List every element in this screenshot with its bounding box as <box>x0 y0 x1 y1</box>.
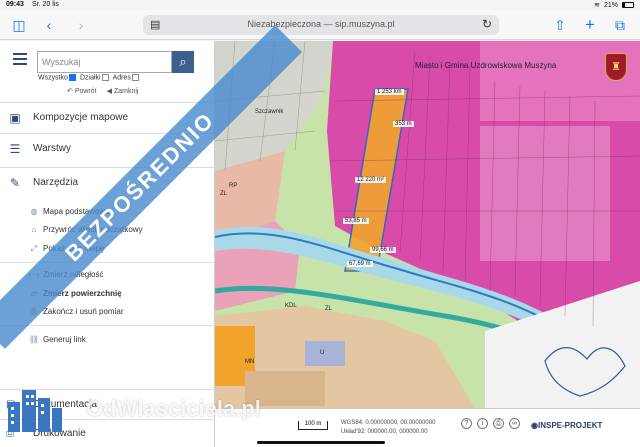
hamburger-menu-icon[interactable] <box>13 53 27 65</box>
link-icon[interactable]: ∞ <box>509 418 520 429</box>
map-label: ZL <box>220 191 228 197</box>
globe-icon: ◍ <box>30 207 38 216</box>
sidebar-icon[interactable]: ◫ <box>10 16 28 34</box>
clock: 09:43 <box>6 1 24 8</box>
home-icon: ⌂ <box>31 225 37 234</box>
search-icon: ⌕ <box>179 54 187 69</box>
home-indicator <box>257 441 385 444</box>
map-title: Miasto i Gmina Uzdrowiskowa Muszyna <box>415 61 557 70</box>
map-label: KDL <box>285 303 297 309</box>
coat-of-arms-icon: ♜ <box>605 53 627 81</box>
search-filters: Wszystko Działki Adres <box>38 74 139 81</box>
measure-label: 1 253 km <box>375 89 404 95</box>
map-label: U <box>320 350 325 356</box>
url-text[interactable]: Niezabezpieczona — sip.muszyna.pl <box>143 19 499 29</box>
chevron-left-icon[interactable]: ‹ <box>42 16 56 34</box>
checkbox-all[interactable] <box>68 74 76 81</box>
map-label: ZL <box>325 306 333 312</box>
battery-icon <box>622 2 634 8</box>
browser-toolbar: ◫ ‹ › ▤ Niezabezpieczona — sip.muszyna.p… <box>0 10 640 40</box>
map-label: MN <box>245 359 255 365</box>
map-drawing <box>215 41 640 408</box>
reload-icon[interactable]: ↻ <box>482 17 492 31</box>
map-canvas[interactable]: Miasto i Gmina Uzdrowiskowa Muszyna ♜ 1 … <box>215 41 640 408</box>
status-bar: 09:43 Śr. 20 lis ≋ 21% <box>0 0 640 10</box>
checkbox-address[interactable] <box>131 74 139 81</box>
watermark-logo-icon <box>8 390 62 432</box>
info-icon[interactable]: i <box>477 418 488 429</box>
wgs84-coords: WGS84: 0.00000000, 00.00000000 <box>341 420 436 426</box>
extent-icon: ⤢ <box>30 244 38 253</box>
checkbox-parcels[interactable] <box>101 74 109 81</box>
filter-parcels[interactable]: Działki <box>80 74 109 81</box>
date: Śr. 20 lis <box>32 1 59 8</box>
link-icon: ⛓ <box>28 335 40 344</box>
map-label: Szczawnik <box>255 109 284 115</box>
scale-bar: 100 m <box>298 421 328 430</box>
search-actions: ↶ Powrót ◀ Zamknij <box>67 87 138 95</box>
brand-logo: ◉INSPE-PROJEKT <box>531 421 603 430</box>
back-link[interactable]: ↶ Powrót <box>67 87 97 95</box>
help-icon[interactable]: ? <box>461 418 472 429</box>
tools-icon: ✎ <box>9 176 21 190</box>
footer-icons: ? i ⎙ ∞ <box>461 418 520 429</box>
address-bar[interactable]: ▤ Niezabezpieczona — sip.muszyna.pl ↻ <box>143 15 499 35</box>
map-label: RP <box>229 183 238 189</box>
status-right: ≋ 21% <box>594 1 634 9</box>
share-icon[interactable]: ⇧ <box>553 16 567 34</box>
measure-label: 12 220 m² <box>355 177 387 183</box>
measure-label: 53,85 m <box>343 218 369 224</box>
coordinates: WGS84: 0.00000000, 00.00000000 Układ'92:… <box>341 419 435 437</box>
filter-address[interactable]: Adres <box>113 74 139 81</box>
plus-icon[interactable]: + <box>583 16 597 34</box>
watermark-text: OdWlasciciela.pl <box>86 396 261 421</box>
close-link[interactable]: ◀ Zamknij <box>107 87 139 95</box>
filter-all[interactable]: Wszystko <box>38 74 76 81</box>
map-compositions-icon: ▣ <box>9 111 21 125</box>
battery-text: 21% <box>603 1 618 9</box>
divider <box>0 262 215 263</box>
chevron-right-icon[interactable]: › <box>74 16 88 34</box>
wifi-icon: ≋ <box>594 2 600 9</box>
tabs-icon[interactable]: ⧉ <box>612 16 628 34</box>
divider <box>0 325 215 326</box>
measure-label: 99,66 m <box>370 247 396 253</box>
search-input[interactable]: Wyszukaj <box>37 51 172 73</box>
print-icon[interactable]: ⎙ <box>493 418 504 429</box>
measure-label: 67,69 m <box>347 261 373 267</box>
search-button[interactable]: ⌕ <box>172 51 194 73</box>
uklad92-coords: Układ'92: 000000.00, 000000.00 <box>341 429 428 435</box>
measure-label: 353 m <box>393 121 414 127</box>
tool-generate-link[interactable]: ⛓ Generuj link <box>28 335 86 344</box>
browser-window: 09:43 Śr. 20 lis ≋ 21% ◫ ‹ › ▤ Niezabezp… <box>0 0 640 447</box>
layers-icon: ☰ <box>9 142 21 156</box>
